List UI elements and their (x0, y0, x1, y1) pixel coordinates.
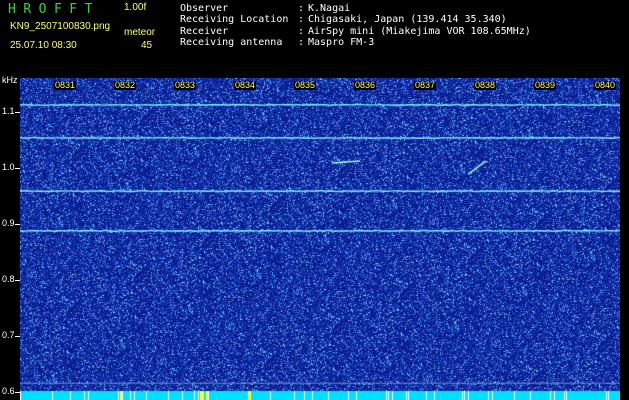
app-version: 1.00f (124, 2, 147, 13)
receiver-label: Receiver (180, 26, 229, 37)
y-tick-label: 0.9 (2, 217, 15, 228)
x-tick-label: 0832 (114, 80, 137, 90)
date-time: 25.07.10 08:30 (10, 40, 77, 51)
x-tick-label: 0833 (174, 80, 197, 90)
x-tick-label: 0831 (54, 80, 77, 90)
x-tick-label: 0834 (234, 80, 257, 90)
location-value: Chigasaki, Japan (139.414 35.340) (308, 14, 507, 25)
antenna-colon: : (298, 37, 305, 48)
waterfall-canvas (20, 78, 620, 400)
x-tick-label: 0835 (294, 80, 317, 90)
observer-colon: : (298, 3, 305, 14)
y-tick-label: 0.8 (2, 273, 15, 284)
observer-value: K.Nagai (308, 3, 351, 14)
spectrogram (20, 78, 620, 400)
location-colon: : (298, 14, 305, 25)
observer-label: Observer (180, 3, 229, 14)
x-tick-label: 0839 (534, 80, 557, 90)
antenna-value: Maspro FM-3 (308, 37, 375, 48)
location-label: Receiving Location (180, 14, 289, 25)
x-tick-label: 0836 (354, 80, 377, 90)
x-tick-label: 0837 (414, 80, 437, 90)
y-tick-label: 0.7 (2, 329, 15, 340)
mode-label: meteor (124, 27, 156, 38)
header: HROFFT 1.00f KN9_2507100830.png meteor 2… (0, 0, 629, 76)
x-tick-label: 0840 (594, 80, 617, 90)
receiver-value: AirSpy mini (Miakejima VOR 108.65MHz) (308, 26, 531, 37)
echo-count: 45 (141, 40, 153, 51)
receiver-colon: : (298, 26, 305, 37)
app-title: HROFFT (8, 2, 100, 17)
y-tick-label: 1.1 (2, 105, 15, 116)
y-tick-label: 1.0 (2, 161, 15, 172)
file-name: KN9_2507100830.png (10, 21, 111, 32)
antenna-label: Receiving antenna (180, 37, 283, 48)
y-tick-label: 0.6 (2, 385, 15, 396)
x-tick-label: 0838 (474, 80, 497, 90)
axis-unit-label: kHz (2, 75, 18, 85)
